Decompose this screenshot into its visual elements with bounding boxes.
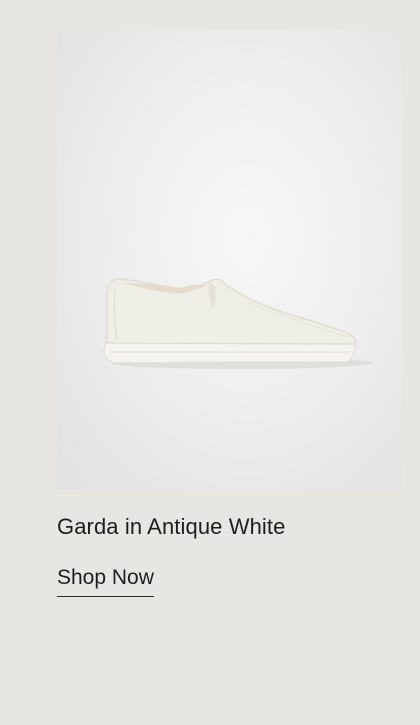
product-title: Garda in Antique White xyxy=(57,514,286,539)
product-card: Garda in Antique White Shop Now xyxy=(0,0,420,725)
product-image[interactable] xyxy=(57,30,402,490)
shop-now-link[interactable]: Shop Now xyxy=(57,566,154,597)
shoe-illustration xyxy=(103,278,372,369)
